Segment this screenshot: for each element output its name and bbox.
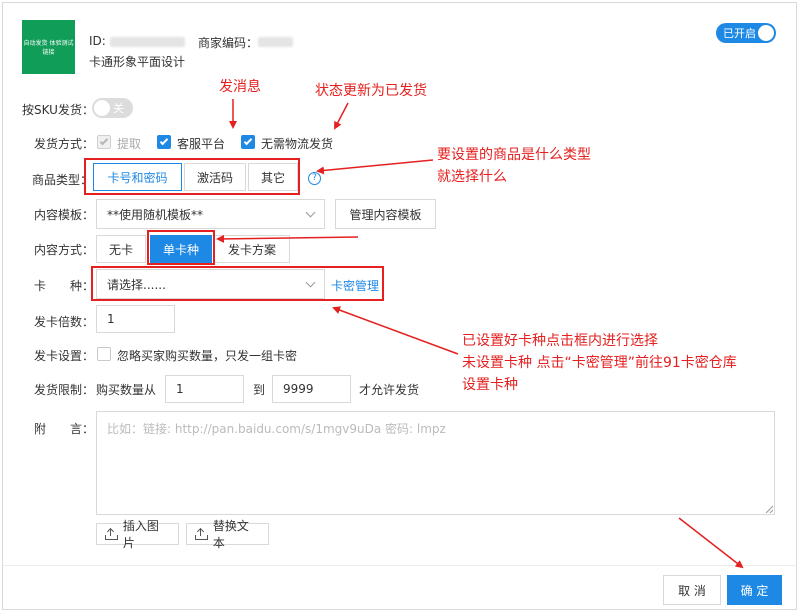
arrow-confirm [678, 517, 744, 569]
arrow-single-card [216, 234, 359, 243]
arrow-status-update [334, 102, 349, 130]
annotation-arrows [216, 99, 744, 569]
arrow-goods-type [316, 159, 434, 175]
arrow-card-type [332, 306, 459, 355]
